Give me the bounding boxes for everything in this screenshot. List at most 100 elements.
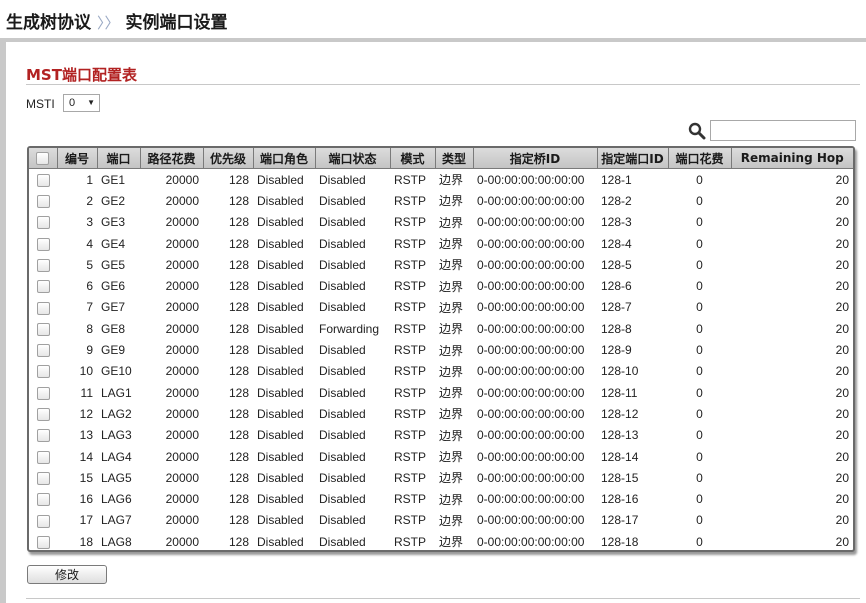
select-all-checkbox[interactable] [36, 152, 50, 165]
cell-port: GE4 [101, 236, 126, 251]
cell-priority: 128 [228, 193, 249, 208]
cell-priority: 128 [228, 236, 249, 251]
table-row[interactable]: 10 GE10 20000 128 Disabled Disabled RSTP 边界 0-00… [29, 361, 853, 382]
cell-port: GE9 [101, 343, 126, 358]
table-row[interactable]: 4 GE4 20000 128 Disabled Disabled RSTP 边界 0-00:0… [29, 233, 853, 254]
cell-port-role: Disabled [257, 193, 304, 208]
row-select-cell[interactable] [29, 403, 57, 424]
msti-select[interactable]: 0 ▼ [63, 94, 100, 112]
table-row[interactable]: 16 LAG6 20000 128 Disabled Disabled RSTP 边界 0-00… [29, 488, 853, 509]
table-row[interactable]: 5 GE5 20000 128 Disabled Disabled RSTP 边界 0-00:0… [29, 254, 853, 275]
row-checkbox[interactable] [36, 493, 50, 507]
cell-port: LAG7 [101, 513, 132, 528]
table-row[interactable]: 9 GE9 20000 128 Disabled Disabled RSTP 边界 0-00:0… [29, 339, 853, 360]
table-row[interactable]: 7 GE7 20000 128 Disabled Disabled RSTP 边界 0-00:0… [29, 297, 853, 318]
table-row[interactable]: 6 GE6 20000 128 Disabled Disabled RSTP 边界 0-00:0… [29, 275, 853, 296]
row-select-cell[interactable] [29, 425, 57, 446]
cell-port-cost: 0 [696, 236, 703, 251]
table-row[interactable]: 3 GE3 20000 128 Disabled Disabled RSTP 边界 0-00:0… [29, 212, 853, 233]
row-select-cell[interactable] [29, 382, 57, 403]
row-select-cell[interactable] [29, 275, 57, 296]
cell-port-state: Disabled [319, 513, 366, 528]
cell-type: 边界 [439, 279, 464, 294]
table-row[interactable]: 13 LAG3 20000 128 Disabled Disabled RSTP 边界 0-00… [29, 425, 853, 446]
cell-port-role: Disabled [257, 236, 304, 251]
row-select-cell[interactable] [29, 254, 57, 275]
cell-type: 边界 [439, 492, 464, 507]
row-checkbox[interactable] [36, 280, 50, 294]
row-select-cell[interactable] [29, 297, 57, 318]
row-select-cell[interactable] [29, 488, 57, 509]
row-select-cell[interactable] [29, 169, 57, 191]
cell-type: 边界 [439, 237, 464, 252]
row-select-cell[interactable] [29, 318, 57, 339]
row-select-cell[interactable] [29, 339, 57, 360]
row-select-cell[interactable] [29, 531, 57, 550]
row-checkbox[interactable] [36, 195, 50, 209]
row-checkbox[interactable] [36, 408, 50, 422]
table-row[interactable]: 11 LAG1 20000 128 Disabled Disabled RSTP 边界 0-00… [29, 382, 853, 403]
row-checkbox[interactable] [36, 173, 50, 187]
cell-port-state: Disabled [319, 172, 366, 187]
search-icon[interactable] [688, 122, 706, 140]
table-row[interactable]: 8 GE8 20000 128 Disabled Forwarding RSTP 边界 0-00… [29, 318, 853, 339]
cell-designated-bridge-id: 0-00:00:00:00:00:00 [477, 172, 585, 187]
table-row[interactable]: 1 GE1 20000 128 Disabled Disabled RSTP 边界 0-00:0… [29, 169, 853, 191]
cell-priority: 128 [228, 343, 249, 358]
row-checkbox[interactable] [36, 259, 50, 272]
table-row[interactable]: 14 LAG4 20000 128 Disabled Disabled RSTP 边界 0-00… [29, 446, 853, 467]
row-checkbox[interactable] [36, 429, 50, 443]
cell-designated-bridge-id: 0-00:00:00:00:00:00 [477, 300, 585, 315]
msti-label: MSTI [26, 97, 55, 111]
row-checkbox[interactable] [36, 344, 50, 358]
row-checkbox[interactable] [36, 471, 50, 485]
cell-type: 边界 [439, 471, 464, 486]
cell-path-cost: 20000 [165, 492, 199, 507]
breadcrumb-separator-icon: 〉〉 [97, 14, 120, 32]
cell-priority: 128 [228, 215, 249, 230]
row-select-cell[interactable] [29, 446, 57, 467]
search-input[interactable] [710, 120, 856, 141]
table-row[interactable]: 2 GE2 20000 128 Disabled Disabled RSTP 边界 0-00:0… [29, 190, 853, 211]
table-row[interactable]: 12 LAG2 20000 128 Disabled Disabled RSTP 边界 0-00… [29, 403, 853, 424]
table-row[interactable]: 18 LAG8 20000 128 Disabled Disabled RSTP 边界 0-00… [29, 531, 853, 550]
cell-path-cost: 20000 [165, 343, 199, 358]
row-checkbox[interactable] [36, 535, 50, 549]
breadcrumb-parent[interactable]: 生成树协议 [6, 13, 91, 33]
row-select-cell[interactable] [29, 212, 57, 233]
row-checkbox[interactable] [36, 450, 50, 464]
row-select-cell[interactable] [29, 467, 57, 488]
row-select-cell[interactable] [29, 361, 57, 382]
cell-port-cost: 0 [696, 321, 703, 336]
cell-path-cost: 20000 [165, 321, 199, 336]
cell-path-cost: 20000 [165, 385, 199, 400]
row-checkbox[interactable] [36, 301, 50, 315]
row-select-cell[interactable] [29, 510, 57, 531]
cell-port-state: Disabled [319, 193, 366, 208]
select-all-header[interactable] [29, 148, 58, 169]
row-checkbox[interactable] [36, 514, 50, 528]
cell-type: 边界 [439, 194, 464, 209]
cell-port: LAG1 [101, 385, 132, 400]
column-header: 路径花费 [140, 148, 204, 169]
table-row[interactable]: 17 LAG7 20000 128 Disabled Disabled RSTP 边界 0-00… [29, 510, 853, 531]
row-checkbox[interactable] [36, 365, 50, 379]
row-select-cell[interactable] [29, 190, 57, 211]
row-checkbox[interactable] [36, 216, 50, 230]
table-row[interactable]: 15 LAG5 20000 128 Disabled Disabled RSTP 边界 0-00… [29, 467, 853, 488]
cell-mode: RSTP [394, 215, 427, 230]
cell-type: 边界 [439, 450, 464, 464]
mst-port-table: 编号 端口 路径花费 优先级 端口角色 端口状态 模式 类型 指定桥ID 指定端… [27, 146, 855, 552]
modify-button[interactable]: 修改 [27, 565, 107, 584]
cell-mode: RSTP [394, 364, 427, 379]
row-checkbox[interactable] [36, 386, 50, 400]
cell-type: 边界 [439, 428, 464, 443]
row-checkbox[interactable] [36, 237, 50, 251]
cell-designated-port-id: 128-5 [601, 257, 632, 272]
row-checkbox[interactable] [36, 322, 50, 336]
cell-port: LAG8 [101, 534, 132, 549]
cell-type: 边界 [439, 407, 464, 422]
row-select-cell[interactable] [29, 233, 57, 254]
cell-path-cost: 20000 [165, 236, 199, 251]
cell-port: LAG3 [101, 428, 132, 443]
